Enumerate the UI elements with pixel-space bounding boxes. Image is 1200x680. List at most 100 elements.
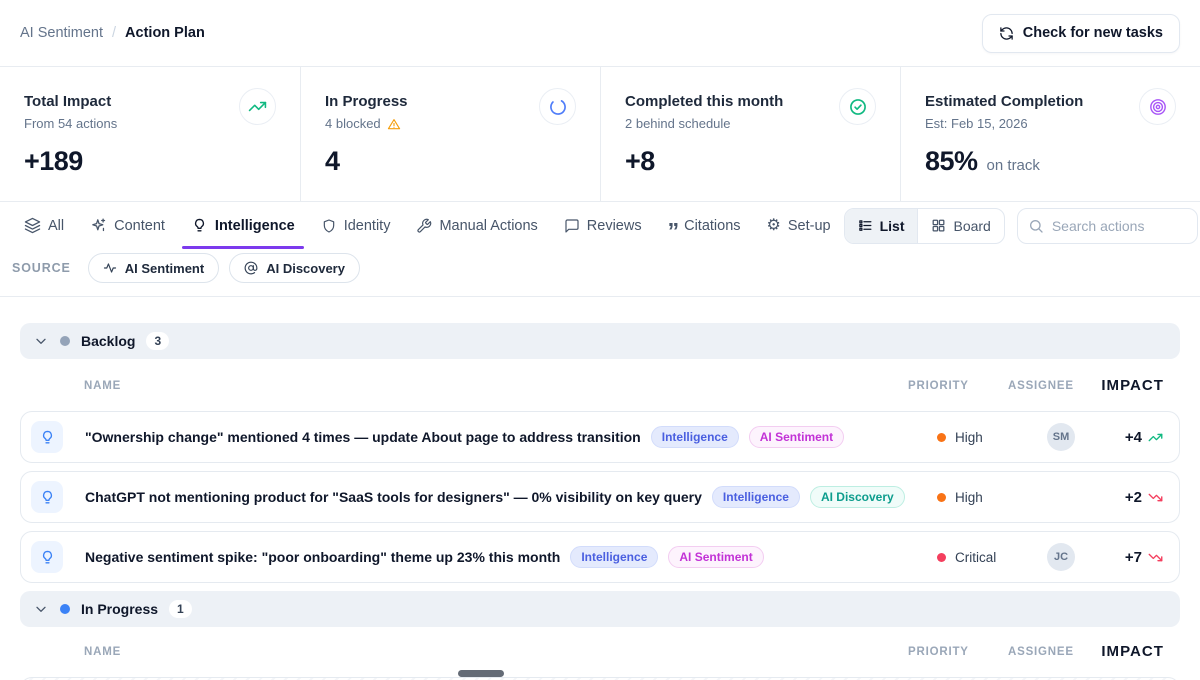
- filter-ai-discovery[interactable]: AI Discovery: [229, 253, 360, 283]
- priority-cell: High: [907, 430, 1007, 445]
- task-title: "Ownership change" mentioned 4 times — u…: [85, 429, 641, 445]
- layers-icon: [24, 217, 41, 234]
- impact-value: +2: [1125, 489, 1142, 506]
- priority-cell: Critical: [907, 550, 1007, 565]
- assignee-cell: SM: [1007, 423, 1083, 451]
- stat-value: 85% on track: [925, 146, 1176, 177]
- view-toggle-board[interactable]: Board: [918, 209, 1003, 243]
- column-name: NAME: [74, 380, 908, 392]
- source-badge: AI Sentiment: [749, 426, 844, 448]
- filter-label: AI Sentiment: [125, 261, 204, 276]
- stat-subtitle-text: 4 blocked: [325, 116, 381, 131]
- source-badge: AI Discovery: [810, 486, 905, 508]
- stat-value: +8: [625, 146, 876, 177]
- tab-label: Manual Actions: [439, 218, 537, 234]
- priority-dot: [937, 433, 946, 442]
- priority-label: Critical: [955, 550, 996, 565]
- wrench-icon: [416, 218, 432, 234]
- source-label: SOURCE: [12, 261, 71, 275]
- at-sign-icon: [244, 261, 258, 275]
- row-title-area: Negative sentiment spike: "poor onboardi…: [75, 546, 907, 568]
- horizontal-scrollbar-thumb[interactable]: [458, 670, 504, 677]
- impact-value: +7: [1125, 549, 1142, 566]
- section-count-badge: 1: [169, 600, 192, 618]
- list-view-icon: [858, 218, 873, 233]
- activity-pulse-icon: [103, 261, 117, 275]
- impact-value: +4: [1125, 429, 1142, 446]
- warning-triangle-icon: [387, 117, 401, 131]
- tab-citations[interactable]: ” Citations: [655, 202, 754, 249]
- filter-ai-sentiment[interactable]: AI Sentiment: [88, 253, 219, 283]
- category-badge: Intelligence: [570, 546, 658, 568]
- priority-label: High: [955, 490, 983, 505]
- search-box: [1017, 208, 1198, 244]
- column-impact: IMPACT: [1084, 643, 1164, 660]
- stat-value: +189: [24, 146, 276, 177]
- task-title: Negative sentiment spike: "poor onboardi…: [85, 549, 560, 565]
- table-row[interactable]: ChatGPT not mentioning product for "SaaS…: [20, 471, 1180, 523]
- action-list: Backlog 3 NAME PRIORITY ASSIGNEE IMPACT …: [0, 297, 1200, 680]
- tab-setup[interactable]: ⚙ Set-up: [754, 202, 844, 249]
- target-icon: [1139, 88, 1176, 125]
- stat-subtitle: From 54 actions: [24, 116, 276, 131]
- section-name: Backlog: [81, 333, 135, 349]
- lightbulb-icon: [31, 481, 63, 513]
- avatar: SM: [1047, 423, 1075, 451]
- breadcrumb-parent[interactable]: AI Sentiment: [20, 25, 103, 41]
- tab-reviews[interactable]: Reviews: [551, 202, 655, 249]
- stat-card-total-impact: Total Impact From 54 actions +189: [0, 67, 300, 201]
- priority-cell: High: [907, 490, 1007, 505]
- tab-label: Set-up: [788, 218, 831, 234]
- source-filter-row: SOURCE AI Sentiment AI Discovery: [0, 249, 1200, 297]
- table-row[interactable]: Negative sentiment spike: "poor onboardi…: [20, 531, 1180, 583]
- trending-up-icon: [239, 88, 276, 125]
- lightbulb-icon: [31, 541, 63, 573]
- chevron-down-icon[interactable]: [33, 601, 49, 617]
- view-toggle-list[interactable]: List: [845, 209, 919, 243]
- trend-up-icon: [1148, 430, 1163, 445]
- column-header-row: NAME PRIORITY ASSIGNEE IMPACT: [20, 643, 1180, 660]
- priority-label: High: [955, 430, 983, 445]
- stat-value: 4: [325, 146, 576, 177]
- section-header-in-progress[interactable]: In Progress 1: [20, 591, 1180, 627]
- column-header-row: NAME PRIORITY ASSIGNEE IMPACT: [20, 377, 1180, 394]
- tab-label: Citations: [684, 218, 740, 234]
- search-input[interactable]: [1017, 208, 1198, 244]
- view-toggle-list-label: List: [880, 218, 905, 234]
- stat-value-suffix: on track: [987, 157, 1040, 174]
- impact-cell: +7: [1083, 549, 1163, 566]
- section-count-badge: 3: [146, 332, 169, 350]
- assignee-cell: JC: [1007, 543, 1083, 571]
- section-header-backlog[interactable]: Backlog 3: [20, 323, 1180, 359]
- message-square-icon: [564, 218, 580, 234]
- loader-spinner-icon: [539, 88, 576, 125]
- tab-bar: All Content Intelligence Identity: [0, 202, 1200, 249]
- tab-label: Identity: [344, 218, 391, 234]
- tab-label: Reviews: [587, 218, 642, 234]
- source-badge: AI Sentiment: [668, 546, 763, 568]
- tab-identity[interactable]: Identity: [308, 202, 404, 249]
- chevron-down-icon[interactable]: [33, 333, 49, 349]
- tab-intelligence[interactable]: Intelligence: [178, 202, 308, 249]
- column-assignee: ASSIGNEE: [1008, 646, 1084, 658]
- stats-row: Total Impact From 54 actions +189 In Pro…: [0, 67, 1200, 202]
- category-badge: Intelligence: [712, 486, 800, 508]
- tab-all[interactable]: All: [20, 202, 77, 249]
- breadcrumb-separator: /: [112, 25, 116, 41]
- check-for-new-tasks-button[interactable]: Check for new tasks: [982, 14, 1180, 53]
- stat-subtitle: 4 blocked: [325, 116, 576, 131]
- view-toggle-board-label: Board: [953, 218, 990, 234]
- status-dot-backlog: [60, 336, 70, 346]
- tab-label: Content: [114, 218, 165, 234]
- stat-subtitle: Est: Feb 15, 2026: [925, 116, 1176, 131]
- check-circle-icon: [839, 88, 876, 125]
- stat-value-number: 85%: [925, 146, 978, 177]
- breadcrumb: AI Sentiment / Action Plan: [20, 25, 205, 41]
- tab-manual-actions[interactable]: Manual Actions: [403, 202, 550, 249]
- table-row[interactable]: "Ownership change" mentioned 4 times — u…: [20, 411, 1180, 463]
- top-bar: AI Sentiment / Action Plan Check for new…: [0, 0, 1200, 67]
- view-toggle: List Board: [844, 208, 1005, 244]
- tab-content[interactable]: Content: [77, 202, 178, 249]
- column-name: NAME: [74, 646, 908, 658]
- stat-card-estimated-completion: Estimated Completion Est: Feb 15, 2026 8…: [900, 67, 1200, 201]
